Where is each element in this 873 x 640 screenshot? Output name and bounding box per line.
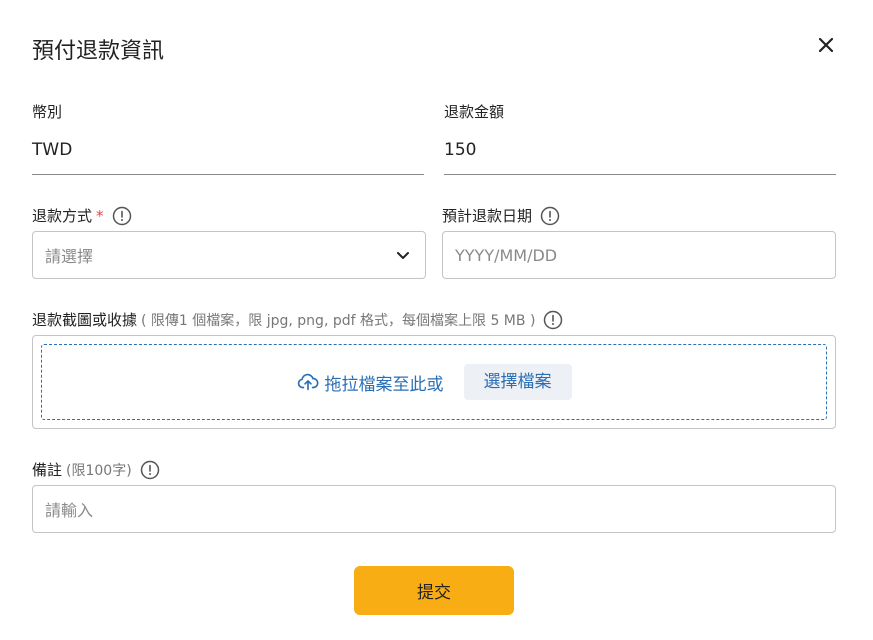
refund-method-label: 退款方式 * xyxy=(32,205,132,226)
refund-date-placeholder: YYYY/MM/DD xyxy=(455,245,558,265)
info-circle-icon[interactable] xyxy=(112,206,132,226)
cloud-upload-icon xyxy=(297,373,318,391)
close-icon xyxy=(819,38,833,52)
submit-button[interactable]: 提交 xyxy=(354,566,514,615)
refund-amount-value: 150 xyxy=(444,140,477,160)
choose-file-button[interactable]: 選擇檔案 xyxy=(463,364,572,400)
info-circle-icon[interactable] xyxy=(140,460,160,480)
info-circle-icon[interactable] xyxy=(540,206,560,226)
drag-drop-text: 拖拉檔案至此或 xyxy=(297,370,444,395)
refund-method-select[interactable]: 請選擇 xyxy=(32,231,426,279)
refund-date-input[interactable]: YYYY/MM/DD xyxy=(442,231,836,279)
notes-hint: (限100字) xyxy=(66,462,132,479)
upload-dropzone[interactable]: 拖拉檔案至此或 選擇檔案 xyxy=(32,335,836,429)
refund-amount-underline xyxy=(444,174,836,175)
notes-placeholder: 請輸入 xyxy=(45,501,94,520)
refund-date-label: 預計退款日期 xyxy=(442,205,560,226)
info-circle-icon[interactable] xyxy=(543,310,563,330)
chevron-down-icon xyxy=(397,252,409,259)
required-mark: * xyxy=(96,206,104,225)
refund-method-placeholder: 請選擇 xyxy=(45,247,94,266)
upload-hint: ( 限傳1 個檔案，限 jpg, png, pdf 格式，每個檔案上限 5 MB… xyxy=(141,312,536,329)
currency-underline xyxy=(32,174,424,175)
notes-input[interactable]: 請輸入 xyxy=(32,485,836,533)
close-button[interactable] xyxy=(815,34,837,56)
notes-label: 備註 (限100字) xyxy=(32,459,160,480)
currency-value: TWD xyxy=(32,140,73,160)
upload-label: 退款截圖或收據 ( 限傳1 個檔案，限 jpg, png, pdf 格式，每個檔… xyxy=(32,309,563,330)
currency-label: 幣別 xyxy=(32,103,63,121)
refund-amount-label: 退款金額 xyxy=(444,103,505,121)
upload-dropzone-inner[interactable]: 拖拉檔案至此或 選擇檔案 xyxy=(41,344,827,420)
dialog-title: 預付退款資訊 xyxy=(32,39,165,64)
